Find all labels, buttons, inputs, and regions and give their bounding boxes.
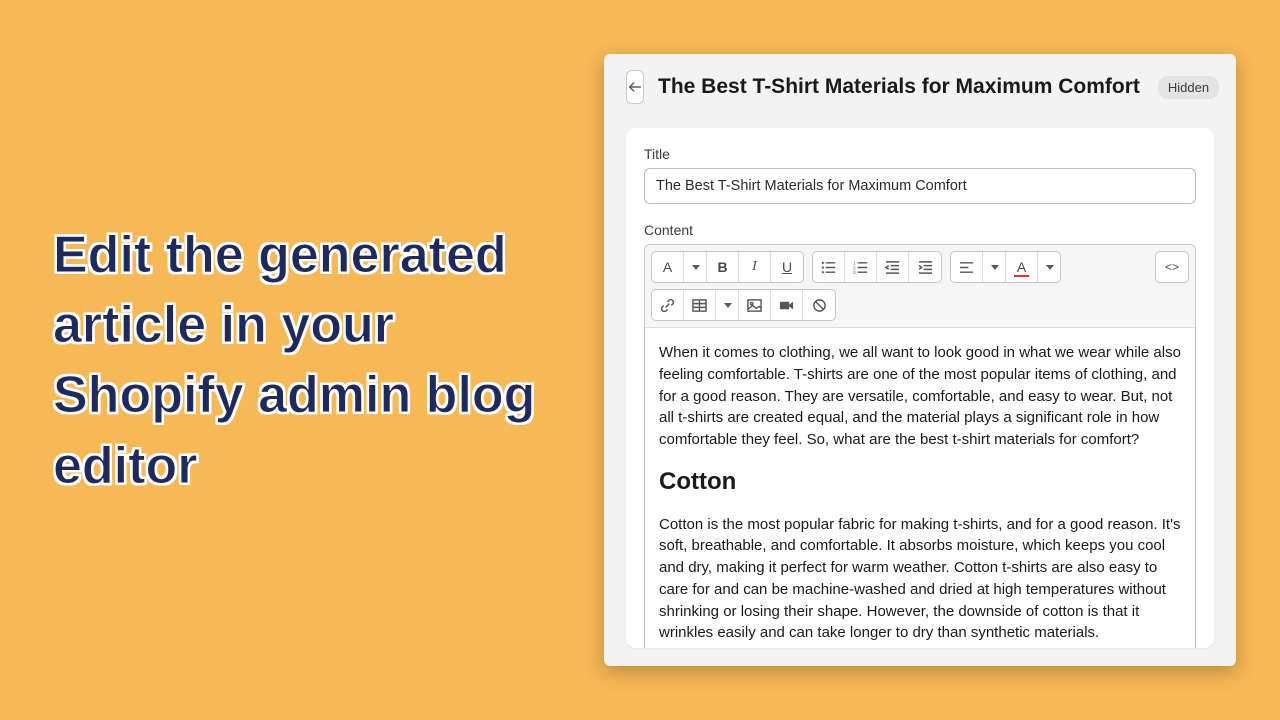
content-paragraph: When it comes to clothing, we all want t… [659, 342, 1181, 451]
status-badge: Hidden [1158, 76, 1219, 99]
table-button[interactable] [684, 290, 716, 320]
bullet-list-button[interactable] [813, 252, 845, 282]
underline-button[interactable]: U [771, 252, 803, 282]
rte-toolbar: A B I U 123 [645, 245, 1195, 328]
table-icon [692, 298, 707, 313]
indent-icon [918, 260, 933, 275]
numbered-list-icon: 123 [853, 260, 868, 275]
video-button[interactable] [771, 290, 803, 320]
content-label: Content [644, 222, 1196, 238]
image-icon [747, 298, 762, 313]
clear-format-button[interactable] [803, 290, 835, 320]
title-label: Title [644, 146, 1196, 162]
numbered-list-button[interactable]: 123 [845, 252, 877, 282]
toolbar-group-insert [651, 289, 836, 321]
html-view-button[interactable]: <> [1156, 252, 1188, 282]
toolbar-group-list: 123 [812, 251, 942, 283]
svg-text:3: 3 [853, 270, 856, 275]
content-paragraph: Cotton is the most popular fabric for ma… [659, 514, 1181, 645]
font-family-dropdown[interactable] [684, 252, 707, 282]
arrow-left-icon [627, 79, 643, 95]
title-input[interactable] [644, 168, 1196, 204]
indent-button[interactable] [909, 252, 941, 282]
editor-card: Title Content A B I U [626, 128, 1214, 648]
toolbar-group-html: <> [1155, 251, 1189, 283]
table-dropdown[interactable] [716, 290, 739, 320]
no-format-icon [812, 298, 827, 313]
text-color-button[interactable]: A [1006, 252, 1038, 282]
link-button[interactable] [652, 290, 684, 320]
align-icon [959, 260, 974, 275]
outdent-icon [885, 260, 900, 275]
italic-button[interactable]: I [739, 252, 771, 282]
page-title: The Best T-Shirt Materials for Maximum C… [658, 75, 1140, 99]
promo-headline: Edit the generated article in your Shopi… [53, 220, 553, 501]
video-icon [779, 298, 794, 313]
link-icon [660, 298, 675, 313]
font-family-button[interactable]: A [652, 252, 684, 282]
align-dropdown[interactable] [983, 252, 1006, 282]
bullet-list-icon [821, 260, 836, 275]
outdent-button[interactable] [877, 252, 909, 282]
toolbar-group-align: A [950, 251, 1061, 283]
bold-button[interactable]: B [707, 252, 739, 282]
content-heading: Cotton [659, 465, 1181, 500]
text-color-dropdown[interactable] [1038, 252, 1060, 282]
back-button[interactable] [626, 70, 644, 104]
align-button[interactable] [951, 252, 983, 282]
image-button[interactable] [739, 290, 771, 320]
rich-text-editor: A B I U 123 [644, 244, 1196, 648]
editor-header: The Best T-Shirt Materials for Maximum C… [604, 54, 1236, 120]
toolbar-group-font: A B I U [651, 251, 804, 283]
editor-window: The Best T-Shirt Materials for Maximum C… [604, 54, 1236, 666]
rte-content-area[interactable]: When it comes to clothing, we all want t… [645, 328, 1195, 648]
